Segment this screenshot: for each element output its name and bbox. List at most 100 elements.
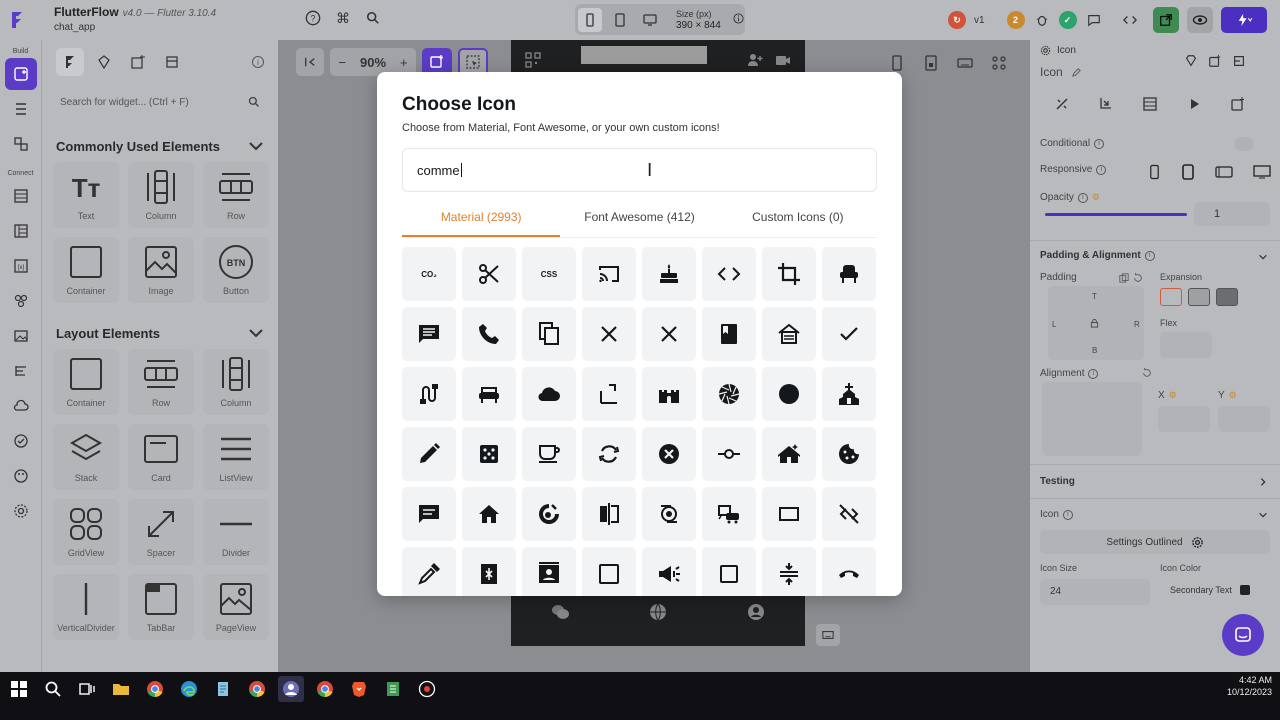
icon-search-input[interactable]: comme [402, 148, 877, 192]
version-history-icon[interactable]: ↻ [948, 11, 966, 29]
icon-size-input[interactable]: 24 [1040, 579, 1150, 605]
zoom-out-button[interactable]: − [338, 55, 346, 70]
expansion-flexible-button[interactable] [1188, 288, 1210, 306]
layout-grid-icon[interactable] [988, 52, 1010, 74]
compress-vertical-icon[interactable] [762, 547, 816, 596]
data-types-icon[interactable] [5, 215, 37, 247]
opacity-slider[interactable] [1045, 213, 1187, 216]
widget-stack[interactable]: Stack [53, 424, 119, 490]
flutterflow-logo[interactable] [0, 0, 36, 40]
widget-pageview[interactable]: PageView [203, 574, 269, 640]
spreadsheet-icon[interactable] [380, 676, 406, 702]
tab-material[interactable]: Material (2993) [402, 206, 561, 237]
custom-code-icon[interactable] [5, 355, 37, 387]
widget-tree-icon[interactable] [5, 93, 37, 125]
compress-icon[interactable] [462, 547, 516, 596]
convert-component-icon[interactable] [1208, 54, 1222, 68]
expansion-default-button[interactable] [1160, 288, 1182, 306]
windows-start-icon[interactable] [6, 676, 32, 702]
crop-square-icon[interactable] [702, 547, 756, 596]
expansion-expanded-button[interactable] [1216, 288, 1238, 306]
cloud-icon[interactable] [522, 367, 576, 421]
notepad-icon[interactable] [210, 676, 236, 702]
widget-row[interactable]: Row [128, 349, 194, 415]
widget-spacer[interactable]: Spacer [128, 499, 194, 565]
chair-icon[interactable] [822, 247, 876, 301]
commonly-used-section-header[interactable]: Commonly Used Elements [56, 138, 264, 154]
contact-mail-icon[interactable] [522, 547, 576, 596]
content-copy-icon[interactable] [522, 307, 576, 361]
chat-icon[interactable] [1085, 11, 1103, 29]
wrap-widget-icon[interactable] [1232, 54, 1246, 68]
chrome-profile-icon[interactable] [278, 676, 304, 702]
add-person-icon[interactable] [747, 52, 763, 68]
video-call-icon[interactable] [775, 52, 791, 68]
project-name[interactable]: chat_app [54, 21, 216, 35]
call-icon[interactable] [462, 307, 516, 361]
brave-icon[interactable] [346, 676, 372, 702]
crop-free-icon[interactable] [582, 367, 636, 421]
bug-icon[interactable] [1033, 11, 1051, 29]
info-icon[interactable]: i [1096, 164, 1107, 175]
media-assets-icon[interactable] [5, 320, 37, 352]
collapse-panel-button[interactable] [296, 48, 324, 76]
widget-listview[interactable]: ListView [203, 424, 269, 490]
widget-info-icon[interactable]: i [252, 56, 264, 68]
flutterflow-widgets-tab[interactable] [56, 48, 84, 76]
component-params-tab-icon[interactable] [1230, 96, 1246, 112]
cake-icon[interactable] [642, 247, 696, 301]
comment-icon[interactable] [402, 307, 456, 361]
commute-icon[interactable] [702, 487, 756, 541]
casino-icon[interactable] [462, 427, 516, 481]
info-icon[interactable]: i [1077, 192, 1088, 203]
keyboard-toggle-icon[interactable] [816, 624, 840, 646]
reset-icon[interactable] [1133, 272, 1143, 283]
cloud-functions-icon[interactable] [5, 390, 37, 422]
widget-container[interactable]: Container [53, 349, 119, 415]
crop-icon[interactable] [762, 247, 816, 301]
keyboard-icon[interactable] [954, 52, 976, 74]
info-icon[interactable]: i [1088, 368, 1099, 379]
storyboard-icon[interactable] [5, 128, 37, 160]
tests-icon[interactable] [5, 425, 37, 457]
phone-visibility-icon[interactable] [1148, 164, 1161, 180]
check-box-outline-icon[interactable] [582, 547, 636, 596]
phone-device-button[interactable] [578, 7, 602, 32]
preview-eye-button[interactable] [1186, 7, 1213, 33]
backend-query-tab-icon[interactable] [1142, 96, 1158, 112]
desktop-visibility-icon[interactable] [1253, 165, 1271, 179]
task-view-icon[interactable] [74, 676, 100, 702]
call-end-icon[interactable] [822, 547, 876, 596]
code-view-icon[interactable] [1121, 11, 1139, 29]
gem-icon[interactable] [1184, 54, 1198, 68]
crop-landscape-icon[interactable] [762, 487, 816, 541]
widget-divider[interactable]: Divider [203, 499, 269, 565]
home-icon[interactable] [462, 487, 516, 541]
account-circle-icon[interactable] [746, 602, 766, 622]
check-status-icon[interactable]: ✓ [1058, 11, 1077, 29]
widget-text[interactable]: Tт Text [53, 162, 119, 228]
cached-icon[interactable] [582, 427, 636, 481]
cruelty-free-icon[interactable] [522, 487, 576, 541]
widget-search-input[interactable]: Search for widget... (Ctrl + F) [56, 90, 264, 114]
widget-vertical-divider[interactable]: VerticalDivider [53, 574, 119, 640]
commit-icon[interactable] [702, 427, 756, 481]
support-chat-button[interactable] [1222, 614, 1264, 656]
code-icon[interactable] [702, 247, 756, 301]
clear-icon[interactable] [642, 307, 696, 361]
qr-code-icon[interactable] [525, 52, 541, 68]
actions-tab-icon[interactable] [1098, 96, 1114, 112]
open-new-tab-button[interactable] [1152, 7, 1179, 33]
alignment-picker[interactable] [1042, 382, 1142, 456]
desktop-device-button[interactable] [638, 8, 662, 32]
help-icon[interactable]: ? [304, 9, 322, 27]
content-cut-icon[interactable] [462, 247, 516, 301]
size-info-icon[interactable] [733, 11, 744, 29]
padding-editor[interactable]: T L R B [1048, 286, 1144, 360]
conditional-toggle[interactable] [1234, 137, 1254, 151]
testing-header[interactable]: Testing [1040, 476, 1075, 487]
widget-column[interactable]: Column [203, 349, 269, 415]
mobile-frame-icon[interactable] [886, 52, 908, 74]
cyclone-icon[interactable] [642, 487, 696, 541]
search-icon[interactable] [364, 9, 382, 27]
